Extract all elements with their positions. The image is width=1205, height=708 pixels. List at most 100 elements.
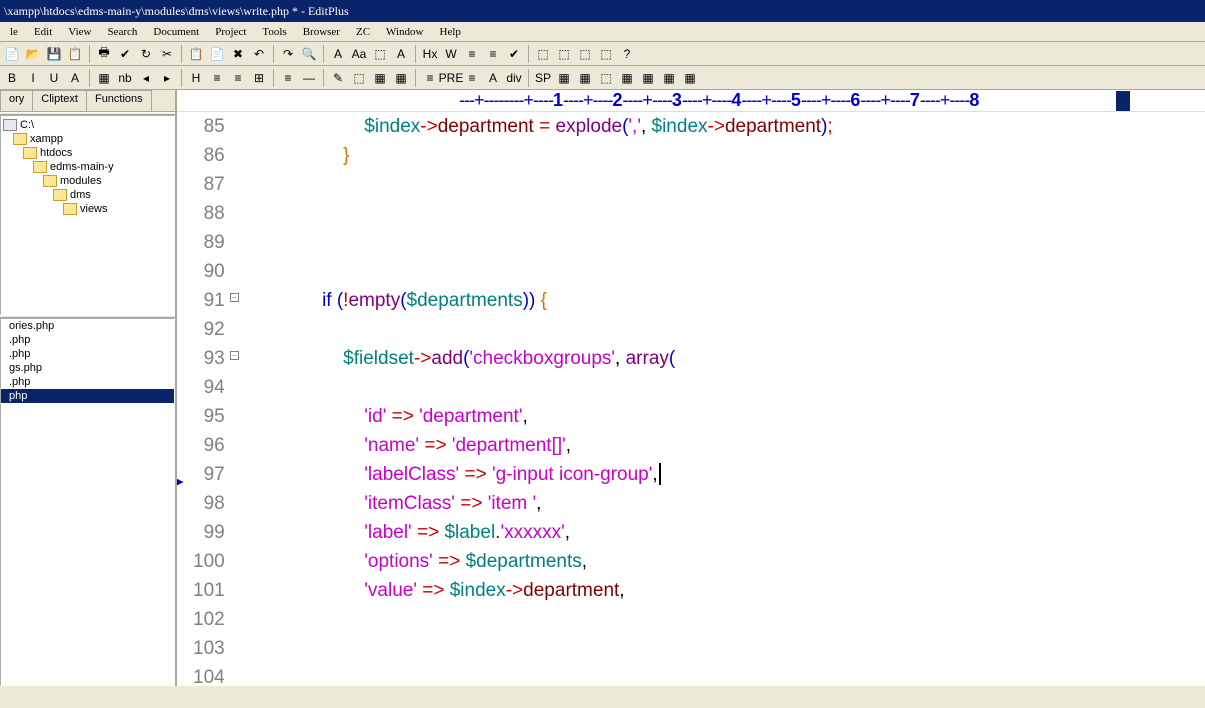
tb1-btn-8[interactable]: 📋 bbox=[186, 44, 206, 64]
tb1-btn-23[interactable]: ⬚ bbox=[533, 44, 553, 64]
tb1-btn-17[interactable]: A bbox=[391, 44, 411, 64]
tb2-btn-4[interactable]: ▦ bbox=[94, 68, 114, 88]
tb1-btn-6[interactable]: ↻ bbox=[136, 44, 156, 64]
fold-toggle-icon[interactable]: − bbox=[230, 351, 239, 360]
tb1-btn-21[interactable]: ≡ bbox=[483, 44, 503, 64]
file-item[interactable]: php bbox=[1, 389, 174, 403]
file-item[interactable]: .php bbox=[1, 347, 174, 361]
tb2-btn-18[interactable]: ≡ bbox=[420, 68, 440, 88]
tree-node[interactable]: C:\ bbox=[3, 118, 172, 132]
tb2-btn-5[interactable]: nb bbox=[115, 68, 135, 88]
file-item[interactable]: gs.php bbox=[1, 361, 174, 375]
code-line[interactable] bbox=[259, 315, 833, 344]
tree-node[interactable]: xampp bbox=[3, 132, 172, 146]
tb1-btn-16[interactable]: ⬚ bbox=[370, 44, 390, 64]
tb2-btn-22[interactable]: div bbox=[504, 68, 524, 88]
sidebar-tab-functions[interactable]: Functions bbox=[86, 90, 152, 111]
tb2-btn-15[interactable]: ⬚ bbox=[349, 68, 369, 88]
tb1-btn-26[interactable]: ⬚ bbox=[596, 44, 616, 64]
tb1-btn-24[interactable]: ⬚ bbox=[554, 44, 574, 64]
tb2-btn-6[interactable]: ◂ bbox=[136, 68, 156, 88]
tb1-btn-25[interactable]: ⬚ bbox=[575, 44, 595, 64]
fold-toggle-icon[interactable]: − bbox=[230, 293, 239, 302]
menu-le[interactable]: le bbox=[2, 24, 26, 40]
file-item[interactable]: .php bbox=[1, 375, 174, 389]
menu-view[interactable]: View bbox=[60, 24, 99, 40]
code-line[interactable]: if (!empty($departments)) { bbox=[259, 286, 833, 315]
tb1-btn-15[interactable]: Aa bbox=[349, 44, 369, 64]
tb1-btn-10[interactable]: ✖ bbox=[228, 44, 248, 64]
sidebar-tab-cliptext[interactable]: Cliptext bbox=[32, 90, 87, 111]
file-item[interactable]: .php bbox=[1, 333, 174, 347]
tb2-btn-14[interactable]: ✎ bbox=[328, 68, 348, 88]
tb2-btn-2[interactable]: U bbox=[44, 68, 64, 88]
code-editor[interactable]: 85868788899091−9293−94959697▶98991001011… bbox=[177, 112, 1205, 686]
menu-help[interactable]: Help bbox=[432, 24, 469, 40]
tb2-btn-0[interactable]: B bbox=[2, 68, 22, 88]
tb2-btn-7[interactable]: ▸ bbox=[157, 68, 177, 88]
tree-node[interactable]: dms bbox=[3, 188, 172, 202]
tb2-btn-25[interactable]: ▦ bbox=[575, 68, 595, 88]
menu-browser[interactable]: Browser bbox=[295, 24, 348, 40]
code-line[interactable]: 'label' => $label.'xxxxxx', bbox=[259, 518, 833, 547]
tb2-btn-12[interactable]: ≡ bbox=[278, 68, 298, 88]
tb2-btn-29[interactable]: ▦ bbox=[659, 68, 679, 88]
tb2-btn-11[interactable]: ⊞ bbox=[249, 68, 269, 88]
tb1-btn-20[interactable]: ≡ bbox=[462, 44, 482, 64]
tb2-btn-8[interactable]: H bbox=[186, 68, 206, 88]
tb2-btn-24[interactable]: ▦ bbox=[554, 68, 574, 88]
folder-tree[interactable]: C:\xampphtdocsedms-main-ymodulesdmsviews bbox=[0, 115, 175, 315]
tb2-btn-10[interactable]: ≡ bbox=[228, 68, 248, 88]
code-content[interactable]: $index->department = explode(',', $index… bbox=[249, 112, 833, 686]
tb1-btn-11[interactable]: ↶ bbox=[249, 44, 269, 64]
code-line[interactable] bbox=[259, 170, 833, 199]
tb2-btn-21[interactable]: A bbox=[483, 68, 503, 88]
tb1-btn-7[interactable]: ✂ bbox=[157, 44, 177, 64]
file-list[interactable]: ories.php.php.phpgs.php.phpphp bbox=[0, 318, 175, 686]
tb2-btn-30[interactable]: ▦ bbox=[680, 68, 700, 88]
code-line[interactable]: $fieldset->add('checkboxgroups', array( bbox=[259, 344, 833, 373]
tb1-btn-13[interactable]: 🔍 bbox=[299, 44, 319, 64]
tb1-btn-22[interactable]: ✔ bbox=[504, 44, 524, 64]
menu-window[interactable]: Window bbox=[378, 24, 431, 40]
tb1-btn-1[interactable]: 📂 bbox=[23, 44, 43, 64]
tree-node[interactable]: edms-main-y bbox=[3, 160, 172, 174]
code-line[interactable] bbox=[259, 373, 833, 402]
tb2-btn-17[interactable]: ▦ bbox=[391, 68, 411, 88]
tb1-btn-4[interactable]: 🖶 bbox=[94, 44, 114, 64]
code-line[interactable] bbox=[259, 663, 833, 686]
tb1-btn-9[interactable]: 📄 bbox=[207, 44, 227, 64]
menu-edit[interactable]: Edit bbox=[26, 24, 60, 40]
tb1-btn-14[interactable]: A bbox=[328, 44, 348, 64]
tb1-btn-2[interactable]: 💾 bbox=[44, 44, 64, 64]
tree-node[interactable]: htdocs bbox=[3, 146, 172, 160]
tb2-btn-16[interactable]: ▦ bbox=[370, 68, 390, 88]
sidebar-tab-ory[interactable]: ory bbox=[0, 90, 33, 111]
tb2-btn-23[interactable]: SP bbox=[533, 68, 553, 88]
menu-document[interactable]: Document bbox=[145, 24, 207, 40]
menu-project[interactable]: Project bbox=[207, 24, 254, 40]
tb2-btn-28[interactable]: ▦ bbox=[638, 68, 658, 88]
menu-search[interactable]: Search bbox=[99, 24, 145, 40]
code-line[interactable] bbox=[259, 228, 833, 257]
tb2-btn-20[interactable]: ≡ bbox=[462, 68, 482, 88]
code-line[interactable]: 'id' => 'department', bbox=[259, 402, 833, 431]
menu-tools[interactable]: Tools bbox=[254, 24, 294, 40]
code-line[interactable]: 'labelClass' => 'g-input icon-group', bbox=[259, 460, 833, 489]
fold-bar[interactable] bbox=[233, 112, 249, 686]
tb1-btn-0[interactable]: 📄 bbox=[2, 44, 22, 64]
tb1-btn-5[interactable]: ✔ bbox=[115, 44, 135, 64]
tb2-btn-9[interactable]: ≡ bbox=[207, 68, 227, 88]
tb2-btn-1[interactable]: I bbox=[23, 68, 43, 88]
code-line[interactable]: 'name' => 'department[]', bbox=[259, 431, 833, 460]
file-item[interactable]: ories.php bbox=[1, 319, 174, 333]
code-line[interactable]: $index->department = explode(',', $index… bbox=[259, 112, 833, 141]
tb1-btn-18[interactable]: Hx bbox=[420, 44, 440, 64]
tb2-btn-13[interactable]: — bbox=[299, 68, 319, 88]
code-line[interactable]: 'options' => $departments, bbox=[259, 547, 833, 576]
code-line[interactable] bbox=[259, 257, 833, 286]
tb2-btn-3[interactable]: A bbox=[65, 68, 85, 88]
tb1-btn-27[interactable]: ? bbox=[617, 44, 637, 64]
code-line[interactable]: } bbox=[259, 141, 833, 170]
tb1-btn-3[interactable]: 📋 bbox=[65, 44, 85, 64]
